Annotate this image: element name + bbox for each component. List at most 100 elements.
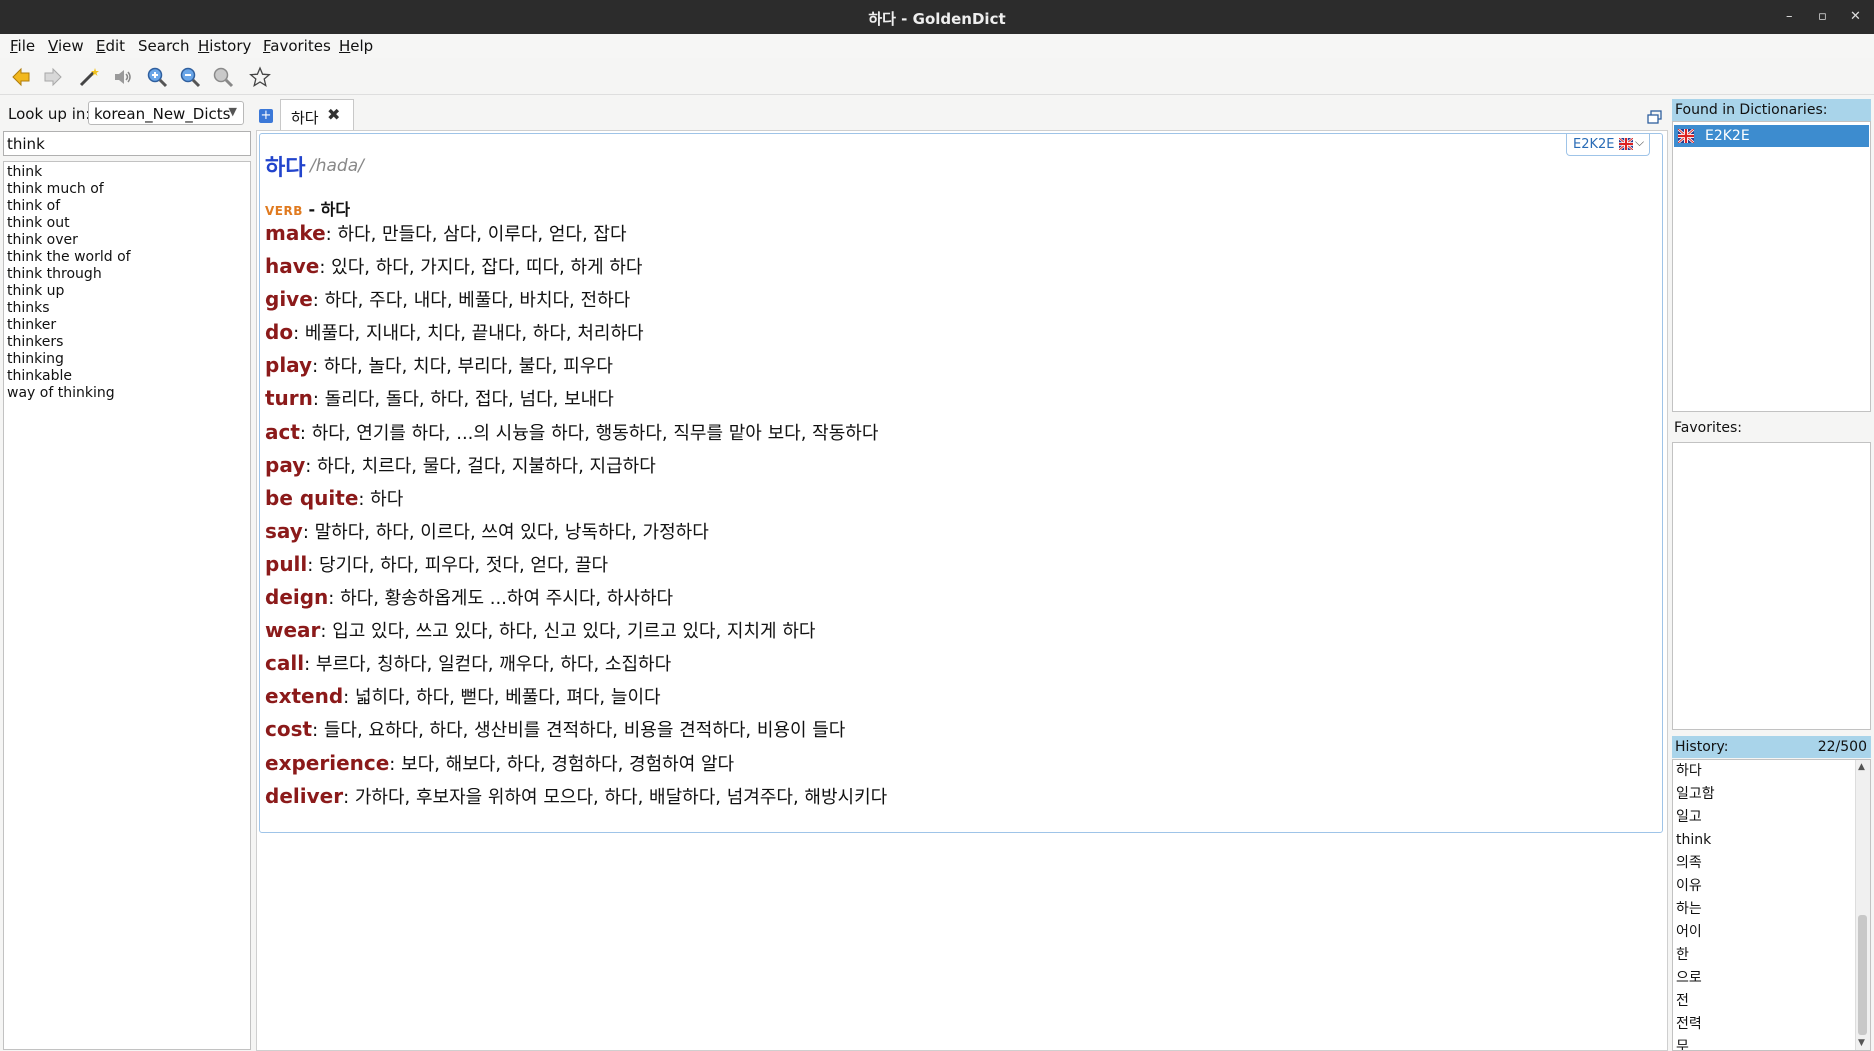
found-dictionary-name: E2K2E xyxy=(1705,128,1750,144)
dictionary-tag-name: E2K2E xyxy=(1573,137,1615,152)
forward-icon[interactable] xyxy=(42,66,64,88)
history-item[interactable]: 전력 xyxy=(1673,1013,1870,1036)
found-dictionaries-list[interactable]: E2K2E xyxy=(1672,121,1871,412)
found-in-dictionaries-label: Found in Dictionaries: xyxy=(1675,102,1828,118)
menu-search[interactable]: Search xyxy=(138,37,190,55)
history-item[interactable]: 어이 xyxy=(1673,921,1870,944)
add-favorite-icon[interactable] xyxy=(249,66,271,88)
history-item[interactable]: think xyxy=(1673,829,1870,852)
pronounce-icon[interactable] xyxy=(112,66,134,88)
window-title: 하다 - GoldenDict xyxy=(868,10,1006,28)
history-item[interactable]: 이유 xyxy=(1673,875,1870,898)
restore-button[interactable]: ▫ xyxy=(1818,9,1827,24)
scroll-down-icon[interactable]: ▼ xyxy=(1858,1038,1865,1048)
favorites-label: Favorites: xyxy=(1674,420,1742,436)
list-item[interactable]: think through xyxy=(4,266,250,283)
translation-entry: give: 하다, 주다, 내다, 베풀다, 바치다, 전하다 xyxy=(265,287,631,312)
list-item[interactable]: thinker xyxy=(4,317,250,334)
list-item[interactable]: think up xyxy=(4,283,250,300)
uk-flag-icon xyxy=(1678,129,1694,143)
history-label: History: xyxy=(1675,739,1729,755)
translation-entry: deign: 하다, 황송하옵게도 ...하여 주시다, 하사하다 xyxy=(265,585,674,610)
new-tab-button[interactable]: + xyxy=(259,109,273,123)
scrollbar-thumb[interactable] xyxy=(1858,915,1867,1035)
search-input[interactable] xyxy=(3,131,251,156)
list-item[interactable]: way of thinking xyxy=(4,385,250,402)
translation-entries: make: 하다, 만들다, 삼다, 이루다, 얻다, 잡다 have: 있다,… xyxy=(265,220,887,816)
history-item[interactable]: 일고 xyxy=(1673,806,1870,829)
article-frame: E2K2E ⌵ 하다 /hada/ VERB - 하다 make: 하다, 만들… xyxy=(259,133,1663,833)
translation-entry: call: 부르다, 칭하다, 일컫다, 깨우다, 하다, 소집하다 xyxy=(265,651,672,676)
list-item[interactable]: thinking xyxy=(4,351,250,368)
translation-entry: cost: 들다, 요하다, 하다, 생산비를 견적하다, 비용을 견적하다, … xyxy=(265,717,846,742)
translation-entry: say: 말하다, 하다, 이르다, 쓰여 있다, 낭독하다, 가정하다 xyxy=(265,518,709,543)
history-item[interactable]: 의족 xyxy=(1673,852,1870,875)
title-bar: 하다 - GoldenDict – ▫ ✕ xyxy=(0,0,1874,34)
history-count: 22/500 xyxy=(1817,739,1867,755)
zoom-out-icon[interactable] xyxy=(179,66,201,88)
list-item[interactable]: think out xyxy=(4,215,250,232)
history-item[interactable]: 하는 xyxy=(1673,898,1870,921)
list-item[interactable]: thinkable xyxy=(4,368,250,385)
found-dictionary-item[interactable]: E2K2E xyxy=(1674,125,1869,147)
translation-entry: pull: 당기다, 하다, 피우다, 젓다, 얻다, 끌다 xyxy=(265,551,609,576)
history-item[interactable]: 전 xyxy=(1673,990,1870,1013)
menu-history[interactable]: History xyxy=(198,37,251,55)
list-item[interactable]: think the world of xyxy=(4,249,250,266)
history-item[interactable]: 으로 xyxy=(1673,967,1870,990)
tab-active[interactable]: 하다 ✖ xyxy=(280,99,354,130)
found-in-dictionaries-header: Found in Dictionaries: xyxy=(1672,99,1871,121)
list-item[interactable]: thinks xyxy=(4,300,250,317)
headword: 하다 xyxy=(265,156,306,181)
back-icon[interactable] xyxy=(10,66,32,88)
menu-view[interactable]: View xyxy=(48,37,84,55)
history-item[interactable]: 일고함 xyxy=(1673,783,1870,806)
history-item[interactable]: 한 xyxy=(1673,944,1870,967)
list-item[interactable]: thinkers xyxy=(4,334,250,351)
history-item[interactable]: 하다 xyxy=(1673,760,1870,783)
menu-bar: File View Edit Search History Favorites … xyxy=(0,34,1874,59)
list-item[interactable]: think over xyxy=(4,232,250,249)
scan-popup-icon[interactable] xyxy=(78,66,100,88)
favorites-list[interactable] xyxy=(1672,442,1871,730)
menu-file[interactable]: File xyxy=(10,37,35,55)
list-item[interactable]: think much of xyxy=(4,181,250,198)
zoom-reset-icon[interactable] xyxy=(212,66,234,88)
chevron-down-icon: ▼ xyxy=(228,105,237,118)
translation-entry: turn: 돌리다, 돌다, 하다, 접다, 넘다, 보내다 xyxy=(265,386,614,411)
close-window-button[interactable]: ✕ xyxy=(1850,9,1861,24)
translation-entry: play: 하다, 놀다, 치다, 부리다, 불다, 피우다 xyxy=(265,353,613,378)
translation-entry: wear: 입고 있다, 쓰고 있다, 하다, 신고 있다, 기르고 있다, 지… xyxy=(265,618,816,643)
expand-article-icon[interactable] xyxy=(1647,109,1663,125)
translation-entry: make: 하다, 만들다, 삼다, 이루다, 얻다, 잡다 xyxy=(265,221,627,245)
history-item[interactable]: 무 xyxy=(1673,1036,1870,1050)
translation-entry: do: 베풀다, 지내다, 치다, 끝내다, 하다, 처리하다 xyxy=(265,320,644,345)
dictionary-group-value: korean_New_Dicts xyxy=(94,105,231,123)
scroll-up-icon[interactable]: ▲ xyxy=(1858,762,1865,772)
close-tab-icon[interactable]: ✖ xyxy=(327,105,340,124)
dictionary-tag[interactable]: E2K2E ⌵ xyxy=(1566,134,1650,156)
pos-separator: - xyxy=(302,200,321,219)
translation-entry: experience: 보다, 해보다, 하다, 경험하다, 경험하여 알다 xyxy=(265,750,735,775)
zoom-in-icon[interactable] xyxy=(146,66,168,88)
transcription: /hada/ xyxy=(310,156,364,176)
translation-entry: have: 있다, 하다, 가지다, 잡다, 띠다, 하게 하다 xyxy=(265,254,643,279)
menu-edit[interactable]: Edit xyxy=(96,37,125,55)
translation-entry: be quite: 하다 xyxy=(265,485,404,510)
pos-headword: 하다 xyxy=(320,200,351,219)
minimize-button[interactable]: – xyxy=(1786,9,1793,24)
lookup-label: Look up in: xyxy=(8,105,91,123)
history-scrollbar[interactable]: ▲ ▼ xyxy=(1855,760,1870,1050)
translation-entry: deliver: 가하다, 후보자을 위하여 모으다, 하다, 배달하다, 넘겨… xyxy=(265,783,888,808)
word-list[interactable]: think think much of think of think out t… xyxy=(3,161,251,1050)
history-list[interactable]: 하다 일고함 일고 think 의족 이유 하는 어이 한 으로 전 전력 무 … xyxy=(1672,759,1871,1051)
list-item[interactable]: think of xyxy=(4,198,250,215)
menu-help[interactable]: Help xyxy=(339,37,373,55)
chevron-down-icon: ⌵ xyxy=(1635,135,1645,149)
dictionary-group-select[interactable]: korean_New_Dicts ▼ xyxy=(88,101,244,125)
translation-entry: act: 하다, 연기를 하다, ...의 시늉을 하다, 행동하다, 직무를 … xyxy=(265,419,879,444)
list-item[interactable]: think xyxy=(4,164,250,181)
part-of-speech-line: VERB - 하다 xyxy=(265,196,350,220)
uk-flag-icon xyxy=(1619,138,1633,150)
menu-favorites[interactable]: Favorites xyxy=(263,37,331,55)
